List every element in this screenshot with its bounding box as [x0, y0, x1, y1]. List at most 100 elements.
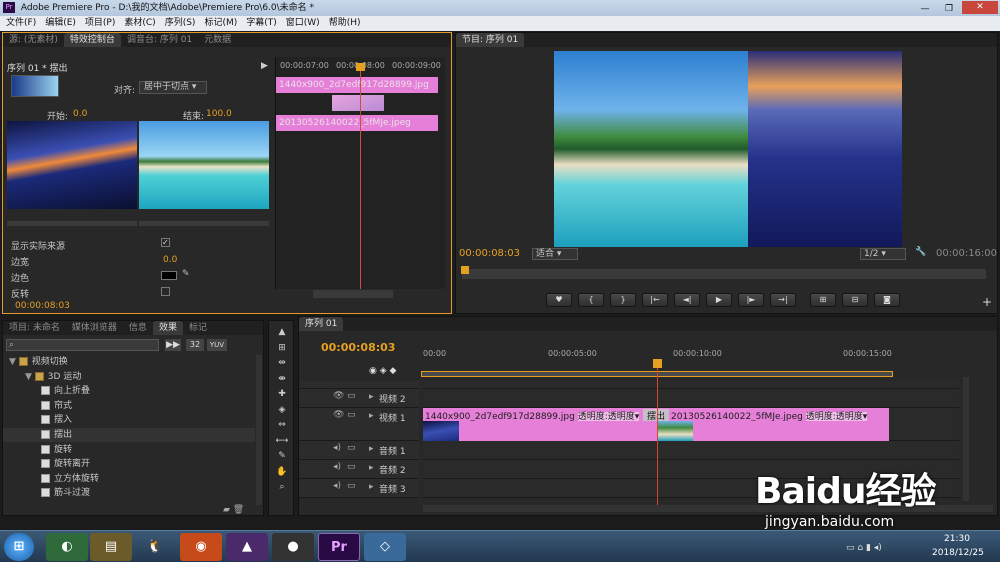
zoom-tool-icon[interactable]: ⌕ — [273, 482, 291, 496]
effect-item[interactable]: 向上折叠 — [41, 384, 90, 398]
close-button[interactable]: ✕ — [962, 1, 998, 14]
pen-tool-icon[interactable]: ✎ — [273, 451, 291, 465]
border-color-swatch[interactable] — [161, 271, 177, 280]
end-slider[interactable] — [139, 221, 269, 226]
ec-playhead[interactable] — [360, 65, 361, 289]
effect-item[interactable]: 摆入 — [41, 413, 72, 427]
menu-item-6[interactable]: 字幕(T) — [246, 18, 277, 28]
clip1-label[interactable]: 1440x900_2d7edf917d28899.jpg 透明度:透明度▾ — [425, 409, 645, 421]
slip-tool-icon[interactable]: ⇔ — [273, 420, 291, 434]
tray-icons[interactable]: ▭ ⌂ ▮ ◂) — [846, 543, 882, 553]
ec-scrollbar[interactable] — [313, 290, 393, 298]
add-button-icon[interactable]: + — [982, 295, 992, 309]
track-header-video[interactable]: 👁 ▭ 视频 2 ▸ — [299, 389, 419, 408]
taskbar-app-qq[interactable]: 🐧 — [134, 533, 176, 561]
clock-time[interactable]: 21:30 — [944, 534, 970, 544]
play-button[interactable]: ▶ — [706, 293, 732, 307]
tab-ec-1[interactable]: 特效控制台 — [63, 33, 121, 47]
new-bin-icon[interactable]: ▰ 🗑 — [223, 505, 244, 515]
track-header-audio[interactable]: ◂) ▭ 音频 2 ▸ — [299, 460, 419, 479]
tab-project-4[interactable]: 标记 — [183, 321, 213, 335]
track-header-video[interactable]: 👁 ▭ 视频 1 ▸ — [299, 408, 419, 441]
clip2-label[interactable]: 20130526140022_5fMJe.jpeg 透明度:透明度▾ — [671, 409, 885, 421]
marker-button[interactable]: ♥ — [546, 293, 572, 307]
snap-icon[interactable]: ◉ ◈ ◆ — [369, 366, 396, 376]
effect-item[interactable]: 旋转离开 — [41, 457, 90, 471]
expand-track-icon[interactable]: ▸ — [369, 463, 374, 473]
play-preview-icon[interactable]: ▶ — [261, 61, 268, 71]
step-back-button[interactable]: ◄| — [674, 293, 700, 307]
clip1-opacity[interactable]: 透明度:透明度▾ — [577, 412, 640, 421]
menu-item-2[interactable]: 项目(P) — [85, 18, 115, 28]
effects-scrollbar[interactable] — [256, 355, 262, 505]
timeline-playhead[interactable] — [657, 361, 658, 511]
tab-ec-3[interactable]: 元数据 — [198, 33, 237, 47]
start-value[interactable]: 0.0 — [73, 109, 87, 119]
program-scrub-bar[interactable] — [462, 269, 986, 279]
speaker-icon[interactable]: ◂) — [333, 481, 341, 491]
sync-lock-icon[interactable]: ▭ — [347, 391, 356, 401]
effects-folder[interactable]: ▼ 3D 运动 — [25, 370, 81, 384]
ec-transition-block[interactable] — [332, 95, 384, 111]
taskbar-app-video[interactable]: ▲ — [226, 533, 268, 561]
effect-item[interactable]: 摆出 — [3, 428, 255, 442]
start-button[interactable]: ⊞ — [4, 533, 34, 561]
tab-project-0[interactable]: 项目: 未命名 — [3, 321, 66, 335]
expand-track-icon[interactable]: ▸ — [369, 482, 374, 492]
step-forward-button[interactable]: |► — [738, 293, 764, 307]
expand-icon[interactable]: ▼ — [25, 372, 35, 382]
selection-tool-icon[interactable]: ▲ — [273, 327, 291, 341]
in-point-button[interactable]: { — [578, 293, 604, 307]
border-width-value[interactable]: 0.0 — [163, 255, 177, 265]
tab-project-3[interactable]: 效果 — [152, 321, 183, 335]
minimize-button[interactable]: — — [914, 1, 936, 14]
sync-lock-icon[interactable]: ▭ — [347, 410, 356, 420]
expand-track-icon[interactable]: ▸ — [369, 444, 374, 454]
tab-project-1[interactable]: 媒体浏览器 — [66, 321, 123, 335]
effects-folder[interactable]: ▼ 视频切换 — [9, 355, 68, 369]
32bit-badge[interactable]: 32 — [186, 339, 204, 351]
resolution-dropdown[interactable]: 1/2 ▾ — [860, 248, 906, 260]
ec-timecode[interactable]: 00:00:08:03 — [15, 301, 70, 311]
ec-clip-b[interactable]: 20130526140022_5fMJe.jpeg — [276, 115, 438, 131]
track-select-tool-icon[interactable]: ⊞ — [273, 343, 291, 357]
taskbar-app-browser[interactable]: ◐ — [46, 533, 88, 561]
program-fit-dropdown[interactable]: 适合 ▾ — [532, 248, 578, 260]
effect-item[interactable]: 旋转 — [41, 443, 72, 457]
slide-tool-icon[interactable]: ⟷ — [273, 436, 291, 450]
show-source-checkbox[interactable]: ✓ — [161, 238, 170, 247]
clip2-opacity[interactable]: 透明度:透明度▾ — [805, 412, 868, 421]
tab-ec-0[interactable]: 源: (无素材) — [3, 33, 64, 47]
menu-item-7[interactable]: 窗口(W) — [286, 18, 320, 28]
effect-item[interactable]: 筋斗过渡 — [41, 486, 90, 500]
reverse-checkbox[interactable] — [161, 287, 170, 296]
speaker-icon[interactable]: ◂) — [333, 443, 341, 453]
ec-playhead-handle[interactable] — [356, 63, 365, 71]
timeline-timecode[interactable]: 00:00:08:03 — [321, 341, 395, 354]
end-value[interactable]: 100.0 — [206, 109, 232, 119]
eye-icon[interactable]: 👁 — [333, 391, 344, 401]
menu-item-0[interactable]: 文件(F) — [6, 18, 36, 28]
track-header-video[interactable] — [299, 381, 419, 389]
ec-clip-a[interactable]: 1440x900_2d7edf917d28899.jpg — [276, 77, 438, 93]
menu-item-8[interactable]: 帮助(H) — [329, 18, 361, 28]
start-slider[interactable] — [7, 221, 137, 226]
ripple-edit-tool-icon[interactable]: ⇹ — [273, 358, 291, 372]
sync-lock-icon[interactable]: ▭ — [347, 481, 356, 491]
expand-track-icon[interactable]: ▸ — [369, 411, 374, 421]
expand-track-icon[interactable]: ▸ — [369, 392, 374, 402]
timeline-transition[interactable]: 摆出 — [643, 409, 669, 422]
taskbar-app-explorer[interactable]: ▤ — [90, 533, 132, 561]
speaker-icon[interactable]: ◂) — [333, 462, 341, 472]
menu-item-1[interactable]: 编辑(E) — [45, 18, 76, 28]
sync-lock-icon[interactable]: ▭ — [347, 443, 356, 453]
rate-stretch-tool-icon[interactable]: ✚ — [273, 389, 291, 403]
menu-item-3[interactable]: 素材(C) — [124, 18, 155, 28]
maximize-button[interactable]: ❐ — [938, 1, 960, 14]
timeline-playhead-handle[interactable] — [653, 359, 662, 368]
export-frame-button[interactable]: ◙ — [874, 293, 900, 307]
menu-item-4[interactable]: 序列(S) — [165, 18, 196, 28]
hand-tool-icon[interactable]: ✋ — [273, 467, 291, 481]
taskbar-app-recorder[interactable]: ● — [272, 533, 314, 561]
clock-date[interactable]: 2018/12/25 — [932, 548, 984, 558]
